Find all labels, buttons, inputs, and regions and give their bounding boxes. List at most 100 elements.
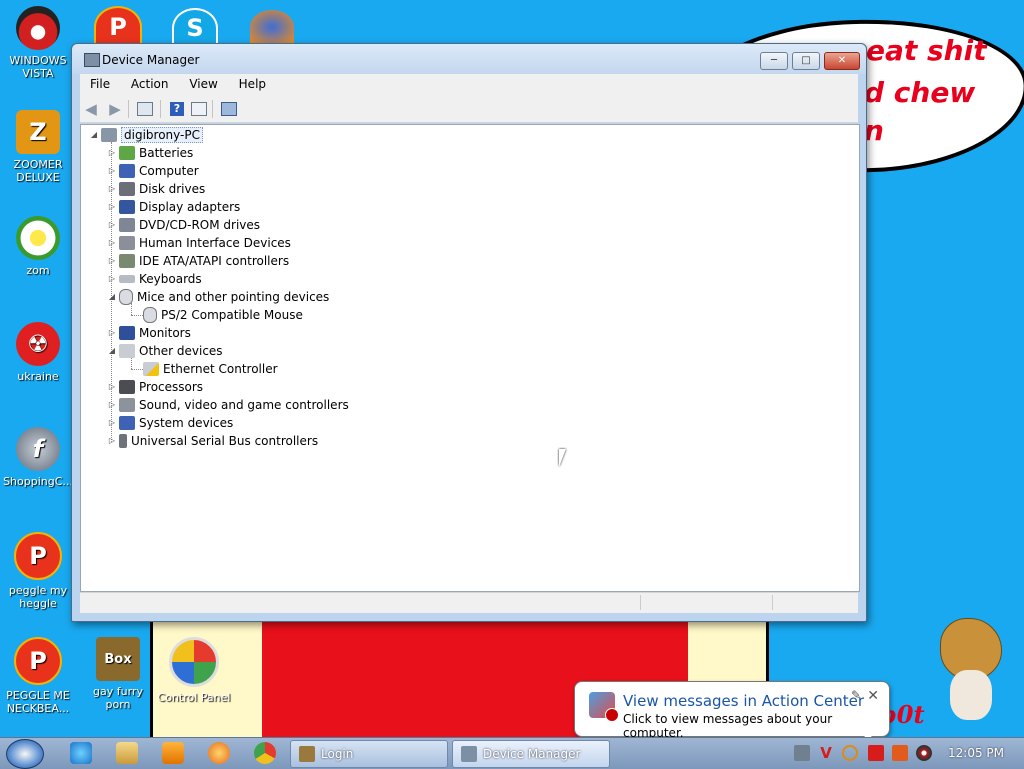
desktop-icon-label: ZOOMER DELUXE [13,158,63,184]
expand-arrow-icon[interactable]: ▷ [107,202,117,211]
expand-arrow-icon[interactable]: ▷ [107,184,117,193]
maximize-button[interactable]: □ [792,52,820,70]
desktop-icon-label: Control Panel [157,691,231,704]
tree-node-label: Monitors [139,325,191,340]
collapse-arrow-icon[interactable]: ◢ [107,292,117,301]
device-manager-icon [84,53,100,67]
menu-view[interactable]: View [179,74,224,91]
action-center-notification[interactable]: View messages in Action Center Click to … [574,681,890,740]
close-button[interactable]: ✕ [824,52,860,70]
skype-icon[interactable]: S [172,8,218,48]
tree-node-sound[interactable]: ▷ Sound, video and game controllers [107,396,349,413]
warning-icon [143,361,159,376]
desktop-icon-label: ukraine [17,370,59,383]
notification-close-icon[interactable]: ✕ [867,688,879,704]
search-icon[interactable] [842,745,858,761]
desktop-icon-label: ShoppingC... [3,475,73,488]
minimize-button[interactable]: ─ [760,52,788,70]
taskbar: Login Device Manager V 12:05 PM [0,737,1024,769]
device-tree[interactable]: ◢ digibrony-PC ▷ Batteries ▷ Computer ▷ … [80,124,860,592]
tree-node-ide-controllers[interactable]: ▷ IDE ATA/ATAPI controllers [107,252,289,269]
expand-arrow-icon[interactable]: ▷ [107,328,117,337]
collapse-arrow-icon[interactable]: ◢ [107,346,117,355]
tree-node-label: Other devices [139,343,223,358]
peggle-icon[interactable]: P [94,6,142,48]
tree-node-batteries[interactable]: ▷ Batteries [107,144,193,161]
console-tree-icon[interactable] [136,100,154,118]
peggle-icon: P [14,637,62,685]
tree-node-system-devices[interactable]: ▷ System devices [107,414,233,431]
computer-icon [101,127,117,142]
menu-help[interactable]: Help [229,74,273,91]
paint-icon[interactable] [208,742,230,764]
desktop-icon-zom[interactable]: zom [0,216,76,277]
tree-node-keyboards[interactable]: ▷ Keyboards [107,270,202,287]
tree-node-computer[interactable]: ▷ Computer [107,162,199,179]
tree-node-ethernet-controller[interactable]: Ethernet Controller [141,360,278,377]
desktop-icon-ukraine[interactable]: ☢ ukraine [0,322,76,383]
tree-node-other-devices[interactable]: ◢ Other devices [107,342,223,359]
desktop-icon-peggle-my-heggle[interactable]: P peggle my heggle [0,532,76,610]
tree-node-monitors[interactable]: ▷ Monitors [107,324,191,341]
desktop-icon-control-panel[interactable]: Control Panel [156,637,232,704]
tree-node-disk-drives[interactable]: ▷ Disk drives [107,180,205,197]
expand-arrow-icon[interactable]: ▷ [107,238,117,247]
desktop-icon-shopping[interactable]: f ShoppingC... [0,427,76,488]
collapse-arrow-icon[interactable]: ◢ [89,130,99,139]
back-icon[interactable]: ◀ [82,100,100,118]
expand-arrow-icon[interactable]: ▷ [107,148,117,157]
explorer-folder-icon[interactable] [116,742,138,764]
wallpaper-text-2: d chew [864,76,976,109]
network-icon[interactable] [794,745,810,761]
display-icon[interactable] [892,745,908,761]
menu-file[interactable]: File [80,74,117,91]
desktop-icon-label: peggle my heggle [8,584,68,610]
expand-arrow-icon[interactable]: ▷ [107,166,117,175]
expand-arrow-icon[interactable]: ▷ [107,418,117,427]
keyboard-icon [119,274,135,283]
help-icon[interactable]: ? [168,100,186,118]
task-button-login[interactable]: Login [290,740,448,768]
expand-arrow-icon[interactable]: ▷ [107,400,117,409]
task-button-device-manager[interactable]: Device Manager [452,740,610,768]
tree-node-hid[interactable]: ▷ Human Interface Devices [107,234,291,251]
tree-node-processors[interactable]: ▷ Processors [107,378,203,395]
tree-node-label: Display adapters [139,199,241,214]
tree-root[interactable]: ◢ digibrony-PC [89,126,203,143]
expand-arrow-icon[interactable]: ▷ [107,256,117,265]
menu-action[interactable]: Action [121,74,176,91]
pin-icon[interactable]: ✎ [851,688,861,702]
device-manager-icon [461,746,477,762]
monitor-icon [119,325,135,340]
desktop-icon-peggle-me[interactable]: P PEGGLE ME NECKBEA... [0,637,76,715]
expand-arrow-icon[interactable]: ▷ [107,220,117,229]
radiation-icon: ☢ [16,322,60,366]
desktop-icon-zoomer-deluxe[interactable]: Z ZOOMER DELUXE [0,110,76,184]
volume-icon[interactable] [916,745,932,761]
title-bar[interactable]: Device Manager ─ □ ✕ [72,44,866,74]
expand-arrow-icon[interactable]: ▷ [107,274,117,283]
tree-node-label: IDE ATA/ATAPI controllers [139,253,290,268]
scan-hardware-icon[interactable] [220,100,238,118]
tree-node-mice[interactable]: ◢ Mice and other pointing devices [107,288,329,305]
tree-node-ps2-mouse[interactable]: PS/2 Compatible Mouse [141,306,303,323]
mouse-icon [119,288,133,305]
forward-icon[interactable]: ▶ [106,100,124,118]
internet-explorer-icon[interactable] [70,742,92,764]
antivirus-icon[interactable]: V [818,745,834,761]
action-center-flag-icon[interactable] [868,745,884,761]
desktop-icon-gopher-box[interactable]: Box gay furry porn [80,637,156,711]
chrome-icon[interactable] [254,742,276,764]
tree-node-usb[interactable]: ▷ Universal Serial Bus controllers [107,432,318,449]
expand-arrow-icon[interactable]: ▷ [107,436,117,445]
tree-node-display-adapters[interactable]: ▷ Display adapters [107,198,240,215]
expand-arrow-icon[interactable]: ▷ [107,382,117,391]
firefox-icon[interactable] [250,10,294,44]
start-button[interactable] [6,739,44,769]
tree-node-dvd-drives[interactable]: ▷ DVD/CD-ROM drives [107,216,260,233]
taskbar-clock[interactable]: 12:05 PM [948,746,1004,760]
media-player-icon[interactable] [162,742,184,764]
notification-title[interactable]: View messages in Action Center [623,692,864,710]
properties-icon[interactable] [190,100,208,118]
desktop-icon-windows-vista[interactable]: WINDOWS VISTA [0,6,76,80]
